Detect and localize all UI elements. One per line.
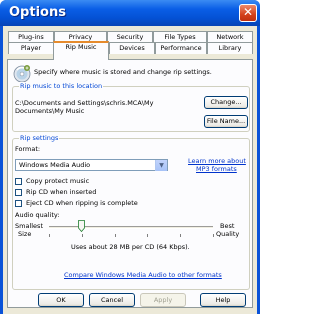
file-name-button[interactable]: File Name... [204, 115, 248, 128]
help-button[interactable]: Help [200, 293, 246, 307]
audio-quality-label: Audio quality: [15, 211, 60, 219]
tab-library[interactable]: Library [207, 42, 253, 54]
slider-tick [147, 234, 149, 237]
rip-location-label: Rip music to this location [19, 82, 104, 91]
header-description: Specify where music is stored and change… [34, 68, 212, 76]
audio-quality-slider[interactable] [49, 226, 213, 229]
tab-performance[interactable]: Performance [155, 42, 207, 54]
learn-more-link-line2[interactable]: MP3 formats [196, 165, 237, 174]
tab-rip-music[interactable]: Rip Music [53, 41, 109, 60]
format-label: Format: [15, 145, 41, 153]
compare-formats-link[interactable]: Compare Windows Media Audio to other for… [64, 271, 222, 280]
eject-cd-label: Eject CD when ripping is complete [26, 199, 138, 207]
slider-tick [49, 234, 50, 237]
slider-tick [180, 234, 182, 237]
rip-when-inserted-checkbox[interactable] [15, 189, 22, 196]
slider-tick [81, 234, 83, 237]
dialog-client: Plug-ins Privacy Security File Types Net… [3, 26, 257, 314]
cancel-button[interactable]: Cancel [89, 293, 135, 307]
eject-cd-checkbox[interactable] [15, 200, 22, 207]
copy-protect-label: Copy protect music [26, 177, 90, 185]
apply-button[interactable]: Apply [140, 293, 186, 307]
best-quality-label-line2: Quality [216, 230, 240, 238]
format-select[interactable]: Windows Media Audio ▼ [15, 159, 168, 171]
usage-text: Uses about 28 MB per CD (64 Kbps). [71, 243, 190, 251]
tab-file-types[interactable]: File Types [153, 31, 207, 42]
rip-path-line2: Documents\My Music [15, 107, 85, 115]
tab-plug-ins[interactable]: Plug-ins [8, 31, 54, 42]
tab-network[interactable]: Network [207, 31, 253, 42]
options-dialog: Options ✕ Plug-ins Privacy Security File… [0, 0, 260, 314]
window-title: Options [9, 5, 66, 20]
tab-security[interactable]: Security [107, 31, 153, 42]
rip-when-inserted-label: Rip CD when inserted [26, 188, 97, 196]
tab-player[interactable]: Player [8, 42, 54, 54]
close-icon[interactable]: ✕ [239, 4, 257, 22]
ok-button[interactable]: OK [38, 293, 84, 307]
cd-disc-icon [13, 65, 31, 83]
title-bar[interactable]: Options ✕ [0, 0, 260, 26]
chevron-down-icon[interactable]: ▼ [155, 160, 167, 171]
slider-tick [213, 234, 214, 237]
format-select-value: Windows Media Audio [19, 161, 91, 169]
rip-settings-label: Rip settings [19, 134, 60, 143]
change-button[interactable]: Change... [204, 96, 248, 109]
smallest-size-label-line2: Size [18, 230, 32, 238]
tab-devices[interactable]: Devices [109, 42, 155, 54]
rip-music-panel: Specify where music is stored and change… [7, 59, 253, 308]
slider-thumb[interactable] [78, 220, 86, 233]
slider-tick [114, 234, 116, 237]
copy-protect-checkbox[interactable] [15, 178, 22, 185]
